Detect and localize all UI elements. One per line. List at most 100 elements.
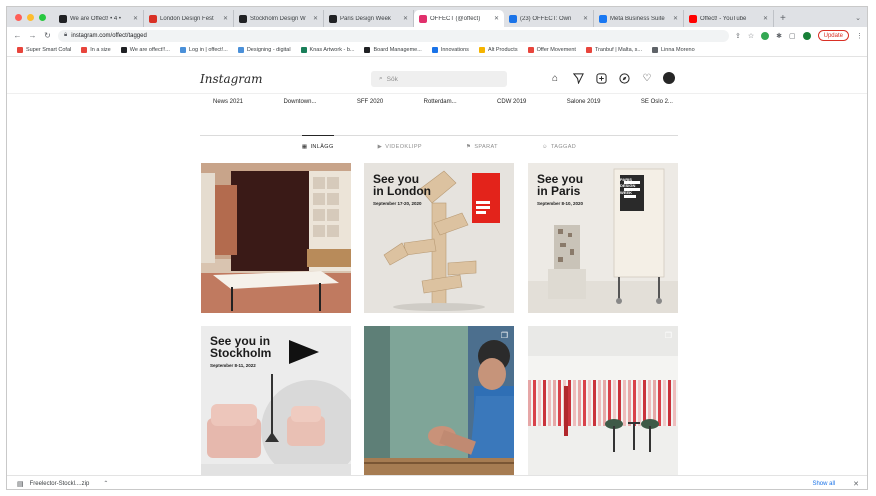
new-post-icon[interactable] — [594, 71, 608, 85]
post-caption: See you in London — [373, 172, 431, 198]
browser-tab[interactable]: Stockholm Design W ✕ — [234, 10, 324, 27]
profile-tab[interactable]: ⚑ SPARAT — [466, 141, 498, 150]
tab-close-icon[interactable]: ✕ — [763, 15, 768, 22]
reload-icon[interactable]: ↻ — [43, 31, 52, 40]
browser-tab[interactable]: Paris Design Week ✕ — [324, 10, 414, 27]
profile-avatar[interactable] — [802, 31, 811, 40]
tab-close-icon[interactable]: ✕ — [223, 15, 228, 22]
activity-heart-icon[interactable]: ♡ — [640, 71, 654, 85]
bookmark-item[interactable]: Board Manageme... — [364, 47, 422, 53]
highlight-item[interactable]: Salone 2019 — [567, 99, 601, 113]
tab-close-icon[interactable]: ✕ — [403, 15, 408, 22]
tab-title: Stockholm Design W — [250, 15, 306, 22]
tab-strip: We are Offect! • 4 • ✕ London Design Fest ✕… — [7, 7, 867, 27]
profile-tab[interactable]: ☺ TAGGAD — [542, 141, 576, 150]
profile-tab-label: SPARAT — [474, 144, 498, 150]
profile-avatar-icon[interactable] — [663, 72, 675, 84]
highlight-item[interactable]: Downtown... — [283, 99, 316, 113]
post-tile[interactable]: ❐ — [364, 326, 514, 476]
highlight-item[interactable]: Rotterdam... — [424, 99, 457, 113]
address-url: instagram.com/offect/tagged — [71, 32, 147, 39]
profile-tab[interactable]: ▶ VIDEOKLIPP — [378, 141, 422, 150]
browser-tab[interactable]: Offect! - YouTube ✕ — [684, 10, 774, 27]
bookmark-item[interactable]: Designing - digital — [237, 47, 291, 53]
profile-tab-label: TAGGAD — [550, 144, 577, 150]
bookmark-label: Knas Artwork - b... — [309, 47, 355, 53]
tab-favicon-icon — [599, 14, 607, 23]
menu-dots-icon[interactable]: ⋮ — [856, 32, 863, 40]
close-window-button[interactable] — [15, 14, 22, 21]
direct-message-icon[interactable] — [571, 71, 585, 85]
tab-close-icon[interactable]: ✕ — [673, 15, 678, 22]
home-icon[interactable]: ⌂ — [548, 71, 562, 85]
back-arrow-icon[interactable]: ← — [13, 31, 22, 40]
highlight-item[interactable]: News 2021 — [213, 99, 243, 113]
instagram-logo[interactable]: Instagram — [200, 72, 263, 86]
bookmark-label: Board Manageme... — [373, 47, 422, 53]
extensions-puzzle-icon[interactable]: ✱ — [776, 32, 782, 40]
bookmark-item[interactable]: We are offect!!... — [120, 47, 170, 53]
bookmark-item[interactable]: Offer Movement — [527, 47, 576, 53]
tab-close-icon[interactable]: ✕ — [133, 15, 138, 22]
browser-tab[interactable]: London Design Fest ✕ — [144, 10, 234, 27]
bookmark-favicon-icon — [237, 47, 244, 53]
extension-icon[interactable] — [761, 31, 770, 40]
bookmark-item[interactable]: Innovations — [431, 47, 469, 53]
tab-title: London Design Fest — [160, 15, 214, 22]
video-icon: ▶ — [377, 144, 383, 150]
profile-tab[interactable]: ▦ INLÄGG — [301, 135, 334, 150]
bookmark-item[interactable]: Super Smart Cofal — [17, 47, 71, 53]
saved-icon: ⚑ — [465, 144, 472, 150]
bookmark-favicon-icon — [431, 47, 438, 53]
tab-favicon-icon — [329, 14, 337, 23]
explore-icon[interactable] — [617, 71, 631, 85]
bookmark-item[interactable]: Linna Moreno — [652, 47, 695, 53]
bookmark-item[interactable]: Tranbuf | Malta, s... — [585, 47, 642, 53]
tab-favicon-icon — [689, 14, 697, 23]
tab-close-icon[interactable]: ✕ — [583, 15, 588, 22]
tab-close-icon[interactable]: ✕ — [494, 15, 499, 22]
bookmark-label: Offer Movement — [536, 47, 576, 53]
bookmark-item[interactable]: In a size — [81, 47, 111, 53]
post-subtitle: September 8-11, 2022 — [210, 363, 256, 368]
post-tile[interactable] — [201, 163, 351, 313]
new-tab-button[interactable]: + — [774, 13, 792, 27]
chevron-up-icon[interactable]: ⌃ — [103, 480, 108, 487]
post-tile[interactable]: See you in Stockholm September 8-11, 202… — [201, 326, 351, 476]
share-icon[interactable]: ⇪ — [735, 32, 741, 40]
bookmark-favicon-icon — [364, 47, 371, 53]
show-all-button[interactable]: Show all — [812, 481, 835, 487]
tab-title: (23) OFFECT: Own — [520, 15, 572, 22]
highlight-item[interactable]: SFF 2020 — [357, 99, 383, 113]
zoom-window-button[interactable] — [39, 14, 46, 21]
tagged-icon: ☺ — [541, 144, 548, 150]
bookmark-item[interactable]: Alt Products — [478, 47, 518, 53]
tab-close-icon[interactable]: ✕ — [313, 15, 318, 22]
tab-search-icon[interactable]: ⌄ — [855, 14, 867, 27]
bookmarks-bar: Super Smart Cofal In a size We are offect!… — [7, 44, 867, 57]
bookmark-item[interactable]: Knas Artwork - b... — [300, 47, 355, 53]
browser-tab[interactable]: We are Offect! • 4 • ✕ — [54, 10, 144, 27]
close-icon[interactable]: ✕ — [853, 480, 859, 488]
search-input[interactable]: ⌕ Sök — [371, 71, 507, 87]
highlight-item[interactable]: CDW 2019 — [497, 99, 526, 113]
browser-tab[interactable]: OFFECT (@offect) ✕ — [414, 10, 504, 27]
address-bar[interactable]: 🔒︎ instagram.com/offect/tagged — [58, 29, 729, 42]
download-item[interactable]: Freelector-Stockl....zip — [30, 481, 90, 487]
post-tile[interactable]: ❐ — [528, 326, 678, 476]
browser-tab[interactable]: (23) OFFECT: Own ✕ — [504, 10, 594, 27]
update-button[interactable]: Update — [817, 30, 849, 41]
browser-tab[interactable]: Meta Business Suite ✕ — [594, 10, 684, 27]
forward-arrow-icon[interactable]: → — [28, 31, 37, 40]
post-image — [364, 326, 514, 476]
minimize-window-button[interactable] — [27, 14, 34, 21]
bookmark-star-icon[interactable]: ☆ — [748, 32, 754, 40]
post-tile[interactable]: See you in London September 17-20, 2020 — [364, 163, 514, 313]
bookmark-favicon-icon — [652, 47, 659, 53]
tabs: We are Offect! • 4 • ✕ London Design Fest ✕… — [54, 10, 774, 27]
sidebar-icon[interactable]: ▢ — [789, 32, 796, 40]
post-tile[interactable]: See you in Paris September 8-10, 2020 PA… — [528, 163, 678, 313]
bookmark-label: We are offect!!... — [129, 47, 170, 53]
bookmark-item[interactable]: Log in | offect!... — [179, 47, 228, 53]
highlight-item[interactable]: SE Oslo 2... — [641, 99, 673, 113]
